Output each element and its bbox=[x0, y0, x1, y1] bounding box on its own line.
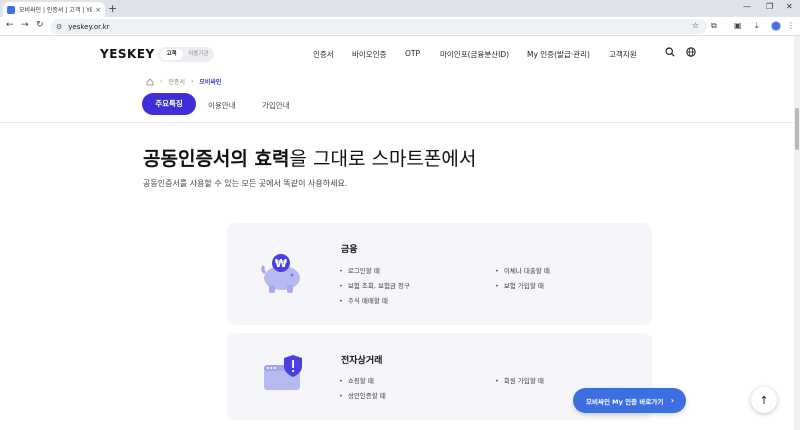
my-auth-shortcut-button[interactable]: 모비싸인 My 인증 바로가기 › bbox=[573, 388, 686, 413]
close-tab-icon[interactable]: × bbox=[95, 6, 101, 14]
page-description: 공동인증서를 사용할 수 있는 모든 곳에서 똑같이 사용하세요. bbox=[143, 179, 348, 188]
bookmark-star-icon[interactable]: ☆ bbox=[692, 21, 699, 30]
nav-bio-auth[interactable]: 바이오인증 bbox=[352, 49, 387, 60]
arrow-up-icon: ↑ bbox=[759, 393, 769, 407]
home-icon[interactable] bbox=[146, 78, 154, 86]
list-item: 이체나 대출할 때 bbox=[495, 265, 550, 275]
breadcrumb-separator: › bbox=[160, 78, 163, 85]
page-title-rest: 을 그대로 스마트폰에서 bbox=[289, 148, 477, 170]
section-divider bbox=[0, 122, 794, 123]
list-item: 회원 가입할 때 bbox=[495, 375, 544, 385]
tab-key-features[interactable]: 주요특징 bbox=[142, 93, 196, 115]
restore-button[interactable]: ❐ bbox=[766, 2, 773, 11]
list-item: 로그인할 때 bbox=[339, 265, 380, 275]
breadcrumb-certificate[interactable]: 인증서 bbox=[168, 77, 185, 86]
profile-avatar[interactable] bbox=[771, 21, 781, 31]
list-item: 성인인증할 때 bbox=[339, 390, 386, 400]
globe-icon[interactable] bbox=[686, 47, 696, 60]
browser-shield-icon bbox=[261, 353, 307, 397]
nav-support[interactable]: 고객지원 bbox=[609, 49, 637, 60]
list-item: 보험 조회, 보험금 청구 bbox=[339, 280, 410, 290]
download-icon[interactable]: ⤓ bbox=[755, 21, 759, 31]
tab-signup-guide[interactable]: 가입안내 bbox=[262, 100, 290, 111]
scrollbar-track[interactable] bbox=[794, 36, 800, 430]
nav-certificate[interactable]: 인증서 bbox=[313, 49, 334, 60]
forward-icon[interactable]: → bbox=[21, 20, 29, 30]
reload-icon[interactable]: ↻ bbox=[36, 20, 44, 30]
card-title: 금융 bbox=[341, 245, 358, 255]
page-title-bold: 공동인증서의 효력 bbox=[143, 148, 290, 170]
split-view-icon[interactable]: ▣ bbox=[734, 21, 742, 30]
svg-text:₩: ₩ bbox=[275, 257, 287, 270]
minimize-button[interactable]: — bbox=[743, 2, 751, 11]
tab-usage-guide[interactable]: 이용안내 bbox=[208, 100, 236, 111]
card-title: 전자상거래 bbox=[341, 356, 383, 366]
address-bar-row: ← → ↻ ⚙ yeskey.or.kr ☆ ⧉ ▣ ⤓ ⋮ bbox=[0, 17, 800, 36]
menu-icon[interactable]: ⋮ bbox=[787, 21, 795, 30]
omnibox[interactable]: ⚙ yeskey.or.kr ☆ bbox=[50, 19, 707, 34]
piggy-bank-icon: ₩ bbox=[257, 251, 307, 299]
browser-tab-bar: 모비싸인 | 인증서 | 고객 | YES × + — ❐ ✕ bbox=[0, 0, 800, 17]
yeskey-logo[interactable]: YESKEY bbox=[100, 47, 155, 61]
breadcrumb: › 인증서 › 모비싸인 bbox=[146, 77, 221, 86]
url-text: yeskey.or.kr bbox=[68, 22, 110, 31]
list-item: 주식 매매할 때 bbox=[339, 295, 388, 305]
search-icon[interactable] bbox=[665, 47, 675, 60]
site-settings-icon[interactable]: ⚙ bbox=[56, 23, 62, 31]
browser-tab[interactable]: 모비싸인 | 인증서 | 고객 | YES × bbox=[3, 2, 105, 17]
tab-title: 모비싸인 | 인증서 | 고객 | YES bbox=[19, 7, 93, 14]
nav-my-auth[interactable]: My 인증(발급·관리) bbox=[527, 49, 590, 60]
back-icon[interactable]: ← bbox=[6, 20, 14, 30]
shortcut-label: 모비싸인 My 인증 바로가기 bbox=[586, 397, 664, 406]
audience-toggle: 고객 이용기관 bbox=[158, 47, 214, 62]
breadcrumb-separator: › bbox=[190, 78, 194, 85]
new-tab-button[interactable]: + bbox=[108, 2, 117, 15]
nav-otp[interactable]: OTP bbox=[405, 49, 420, 58]
site-header: YESKEY 고객 이용기관 인증서 바이오인증 OTP 마이인포(금융분산ID… bbox=[0, 36, 800, 72]
list-item: 쇼핑할 때 bbox=[339, 375, 374, 385]
close-window-button[interactable]: ✕ bbox=[786, 2, 793, 11]
chevron-right-icon: › bbox=[670, 396, 674, 405]
scrollbar-thumb[interactable] bbox=[795, 108, 799, 150]
segment-customer[interactable]: 고객 bbox=[160, 49, 183, 60]
page-title: 공동인증서의 효력을 그대로 스마트폰에서 bbox=[143, 144, 476, 171]
breadcrumb-current: 모비싸인 bbox=[199, 79, 222, 86]
scroll-to-top-button[interactable]: ↑ bbox=[751, 387, 777, 413]
favicon-icon bbox=[7, 5, 15, 14]
feature-card-finance: ₩ 금융 로그인할 때 보험 조회, 보험금 청구 주식 매매할 때 이체나 대… bbox=[227, 223, 652, 325]
extensions-icon[interactable]: ⧉ bbox=[711, 21, 717, 31]
segment-organization[interactable]: 이용기관 bbox=[185, 49, 212, 60]
list-item: 보험 가입할 때 bbox=[495, 280, 544, 290]
nav-myinfo[interactable]: 마이인포(금융분산ID) bbox=[440, 49, 509, 60]
